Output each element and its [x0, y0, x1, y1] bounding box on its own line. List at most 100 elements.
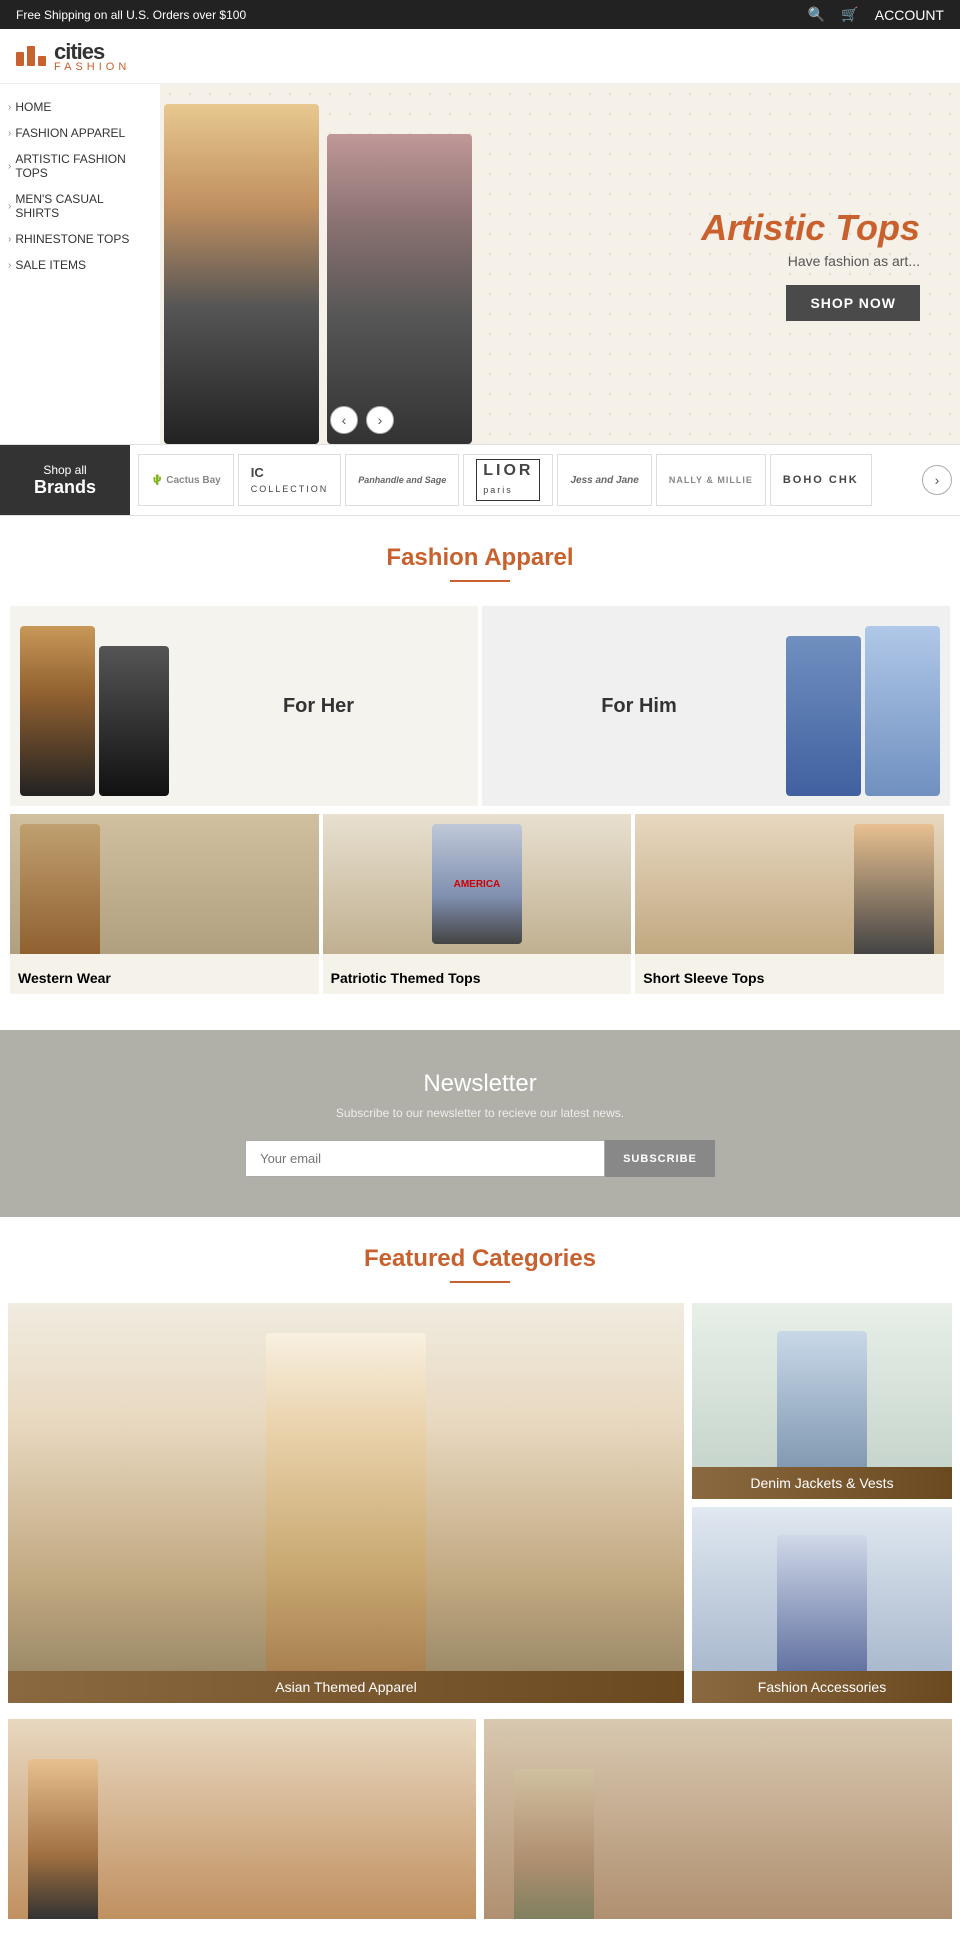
logo-bar-3: [38, 56, 46, 66]
newsletter-form: SUBSCRIBE: [20, 1140, 940, 1177]
fashion-card-western-wear[interactable]: Western Wear: [10, 814, 319, 994]
brands-next-button[interactable]: ›: [922, 465, 952, 495]
shop-now-button[interactable]: SHOP NOW: [786, 285, 920, 321]
bottom-card-1[interactable]: [8, 1719, 476, 1919]
asian-themed-label: Asian Themed Apparel: [8, 1671, 684, 1703]
fashion-apparel-title: Fashion Apparel: [0, 516, 960, 580]
sidebar-item-mens-casual-shirts[interactable]: › MEN'S CASUAL SHIRTS: [0, 186, 160, 226]
logo-text: cities FASHION: [54, 39, 130, 73]
sidebar-item-label: SALE ITEMS: [15, 258, 86, 272]
sidebar-item-label: FASHION APPAREL: [15, 126, 125, 140]
cart-icon[interactable]: 🛒: [841, 6, 858, 23]
shop-all-line1: Shop all: [43, 463, 86, 477]
hero-model-2: [327, 134, 472, 444]
hero-model-1: [164, 104, 319, 444]
fashion-card-for-her[interactable]: For Her: [10, 606, 478, 806]
fashion-card-short-sleeve[interactable]: Short Sleeve Tops: [635, 814, 944, 994]
sidebar-item-fashion-apparel[interactable]: › FASHION APPAREL: [0, 120, 160, 146]
logo[interactable]: cities FASHION: [16, 39, 130, 73]
hero-section: › HOME › FASHION APPAREL › ARTISTIC FASH…: [0, 84, 960, 444]
chevron-icon: ›: [8, 161, 11, 172]
bottom-card-2[interactable]: [484, 1719, 952, 1919]
western-wear-label: Western Wear: [10, 962, 119, 994]
sidebar-nav: › HOME › FASHION APPAREL › ARTISTIC FASH…: [0, 94, 160, 278]
brand-boho-chic[interactable]: BOHO CHK: [770, 454, 872, 506]
western-wear-image: [10, 814, 319, 954]
newsletter-subtitle: Subscribe to our newsletter to recieve o…: [20, 1106, 940, 1120]
for-her-models: [20, 616, 169, 796]
featured-card-asian-themed[interactable]: Asian Themed Apparel: [8, 1303, 684, 1703]
chevron-icon: ›: [8, 201, 11, 212]
newsletter-subscribe-button[interactable]: SUBSCRIBE: [605, 1140, 715, 1177]
brand-ic-collection[interactable]: ICCOLLECTION: [238, 454, 342, 506]
newsletter-title: Newsletter: [20, 1070, 940, 1098]
patriotic-label: Patriotic Themed Tops: [323, 962, 489, 994]
featured-right-cards: Denim Jackets & Vests Fashion Accessorie…: [692, 1303, 952, 1703]
denim-jackets-label: Denim Jackets & Vests: [692, 1467, 952, 1499]
brands-label: Brands: [34, 477, 96, 498]
header: cities FASHION: [0, 29, 960, 84]
top-bar-icons: 🔍 🛒 ACCOUNT: [808, 6, 944, 23]
sidebar-item-home[interactable]: › HOME: [0, 94, 160, 120]
logo-bar-1: [16, 52, 24, 66]
fashion-accessories-label: Fashion Accessories: [692, 1671, 952, 1703]
brand-nally-millie[interactable]: NALLY & MILLIE: [656, 454, 766, 506]
hero-subtitle: Have fashion as art...: [701, 253, 920, 269]
patriotic-image: AMERICA: [323, 814, 632, 954]
brand-cactus-bay[interactable]: 🌵 Cactus Bay: [138, 454, 234, 506]
hero-title: Artistic Tops: [701, 207, 920, 249]
top-bar: Free Shipping on all U.S. Orders over $1…: [0, 0, 960, 29]
fashion-card-for-him[interactable]: For Him: [482, 606, 950, 806]
brands-list: 🌵 Cactus Bay ICCOLLECTION Panhandle and …: [130, 454, 922, 506]
brand-lior[interactable]: LIORparis: [463, 454, 553, 506]
logo-bars-icon: [16, 46, 46, 66]
denim-model-silhouette: [777, 1331, 867, 1471]
brand-panhandle-sage[interactable]: Panhandle and Sage: [345, 454, 459, 506]
bottom-model-2: [514, 1769, 594, 1919]
bottom-row: [0, 1719, 960, 1935]
next-arrow-button[interactable]: ›: [366, 406, 394, 434]
featured-categories-title: Featured Categories: [0, 1217, 960, 1281]
for-him-label: For Him: [492, 695, 786, 718]
sidebar-item-sale-items[interactable]: › SALE ITEMS: [0, 252, 160, 278]
newsletter-section: Newsletter Subscribe to our newsletter t…: [0, 1030, 960, 1217]
hero-content: Artistic Tops Have fashion as art... SHO…: [160, 84, 960, 444]
section-underline: [450, 580, 510, 582]
featured-categories-section: Asian Themed Apparel Denim Jackets & Ves…: [0, 1303, 960, 1719]
hero-sidebar: › HOME › FASHION APPAREL › ARTISTIC FASH…: [0, 84, 160, 444]
sidebar-item-rhinestone-tops[interactable]: › RHINESTONE TOPS: [0, 226, 160, 252]
brands-shop-all-button[interactable]: Shop all Brands: [0, 445, 130, 515]
search-icon[interactable]: 🔍: [808, 6, 825, 23]
sidebar-item-label: MEN'S CASUAL SHIRTS: [15, 192, 148, 220]
shipping-notice: Free Shipping on all U.S. Orders over $1…: [16, 8, 246, 22]
accessories-model-silhouette: [777, 1535, 867, 1675]
for-her-label: For Her: [169, 695, 468, 718]
featured-grid: Asian Themed Apparel Denim Jackets & Ves…: [8, 1303, 952, 1703]
chevron-icon: ›: [8, 260, 11, 271]
fashion-card-patriotic[interactable]: AMERICA Patriotic Themed Tops: [323, 814, 632, 994]
account-label[interactable]: ACCOUNT: [875, 7, 944, 23]
chevron-icon: ›: [8, 234, 11, 245]
logo-bar-2: [27, 46, 35, 66]
featured-card-fashion-accessories[interactable]: Fashion Accessories: [692, 1507, 952, 1703]
newsletter-email-input[interactable]: [245, 1140, 605, 1177]
sidebar-item-label: RHINESTONE TOPS: [15, 232, 129, 246]
sidebar-item-label: ARTISTIC FASHION TOPS: [15, 152, 148, 180]
for-him-models: [786, 616, 940, 796]
sidebar-item-artistic-fashion-tops[interactable]: › ARTISTIC FASHION TOPS: [0, 146, 160, 186]
sidebar-item-label: HOME: [15, 100, 51, 114]
asian-model-silhouette: [266, 1333, 426, 1673]
brand-jess-jane[interactable]: Jess and Jane: [557, 454, 651, 506]
hero-arrows: ‹ ›: [330, 406, 394, 434]
featured-section-underline: [450, 1281, 510, 1283]
fashion-apparel-grid: For Her For Him Western Wear AMERICA Pat…: [0, 602, 960, 1014]
bottom-model-1: [28, 1759, 98, 1919]
hero-text: Artistic Tops Have fashion as art... SHO…: [701, 207, 920, 321]
chevron-icon: ›: [8, 128, 11, 139]
short-sleeve-label: Short Sleeve Tops: [635, 962, 772, 994]
prev-arrow-button[interactable]: ‹: [330, 406, 358, 434]
hero-models: [160, 84, 476, 444]
featured-card-denim-jackets[interactable]: Denim Jackets & Vests: [692, 1303, 952, 1499]
brands-bar: Shop all Brands 🌵 Cactus Bay ICCOLLECTIO…: [0, 444, 960, 516]
short-sleeve-image: [635, 814, 944, 954]
